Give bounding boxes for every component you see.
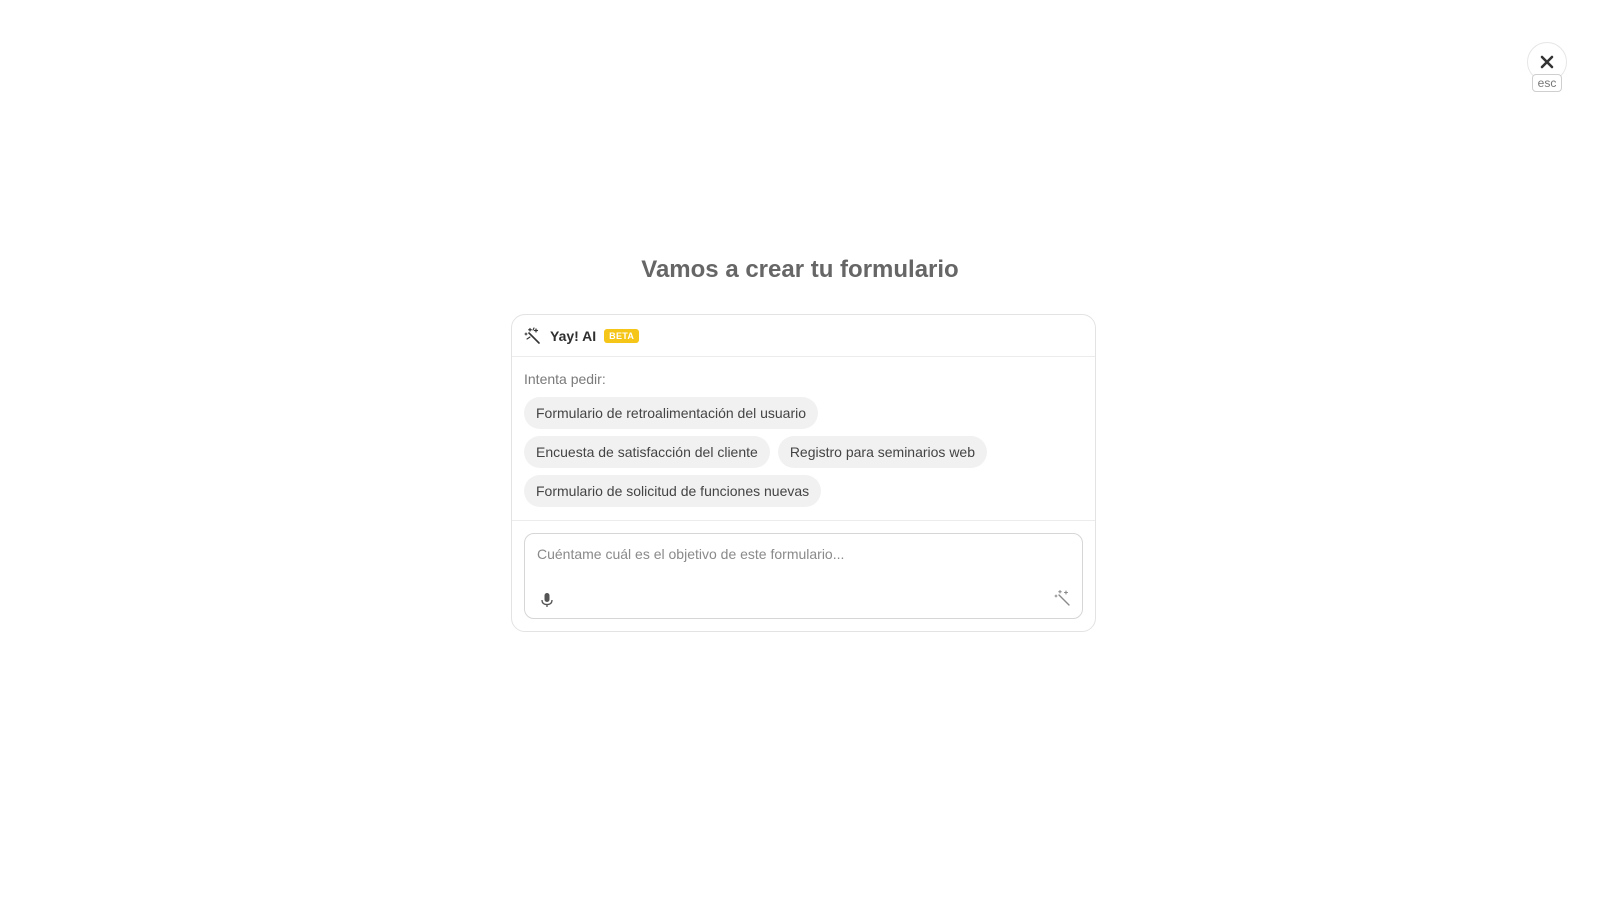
microphone-icon[interactable]: [538, 591, 556, 609]
esc-shortcut-badge: esc: [1531, 74, 1563, 92]
suggestions-section: Intenta pedir: Formulario de retroalimen…: [512, 357, 1095, 521]
close-control: esc: [1527, 42, 1567, 92]
generate-magic-icon[interactable]: [1054, 589, 1072, 607]
suggestion-row: Formulario de solicitud de funciones nue…: [524, 475, 1083, 507]
suggestions-label: Intenta pedir:: [524, 371, 606, 387]
card-header: Yay! AI BETA: [512, 315, 1095, 357]
suggestion-row: Formulario de retroalimentación del usua…: [524, 397, 1083, 429]
suggestion-chip-customer-satisfaction[interactable]: Encuesta de satisfacción del cliente: [524, 436, 770, 468]
prompt-input[interactable]: [525, 534, 1082, 584]
beta-badge: BETA: [604, 328, 640, 343]
prompt-input-box: [524, 533, 1083, 619]
suggestion-chip-feature-request[interactable]: Formulario de solicitud de funciones nue…: [524, 475, 822, 507]
suggestion-row: Encuesta de satisfacción del cliente Reg…: [524, 436, 1083, 468]
assistant-name: Yay! AI: [550, 327, 597, 344]
magic-wand-icon: [524, 326, 540, 344]
suggestion-chip-webinar-registration[interactable]: Registro para seminarios web: [777, 436, 988, 468]
suggestion-chip-user-feedback[interactable]: Formulario de retroalimentación del usua…: [524, 397, 819, 429]
ai-form-builder-card: Yay! AI BETA Intenta pedir: Formulario d…: [511, 314, 1096, 632]
page-title: Vamos a crear tu formulario: [641, 256, 959, 283]
close-icon: [1540, 55, 1554, 69]
